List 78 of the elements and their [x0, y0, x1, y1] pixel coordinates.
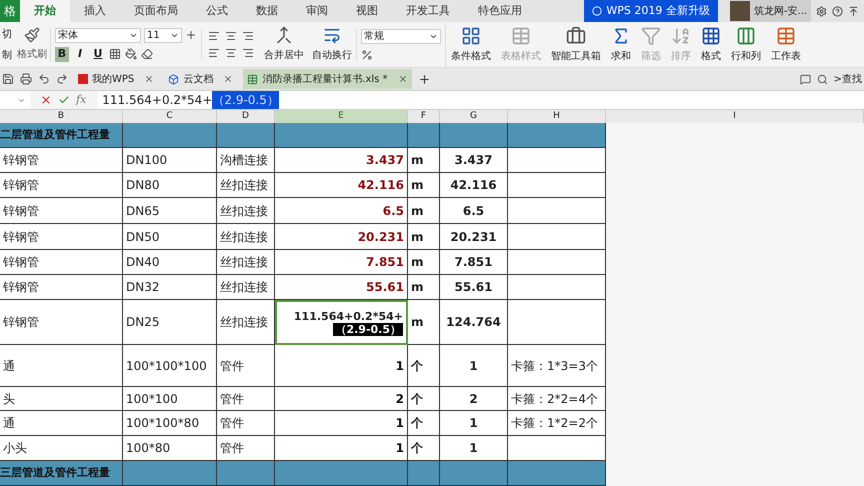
ribbon-tab[interactable]: 开始: [20, 0, 70, 22]
collapse-ribbon-icon[interactable]: [848, 6, 859, 16]
wrap-text-icon: [323, 26, 341, 44]
ribbon-tab[interactable]: 视图: [342, 0, 392, 22]
document-tab[interactable]: 云文档: [164, 69, 238, 89]
number-format-select[interactable]: 常规: [361, 28, 441, 44]
new-tab-icon[interactable]: [418, 72, 431, 86]
align-middle-icon[interactable]: [225, 30, 237, 42]
avatar: [730, 1, 750, 21]
align-left-icon[interactable]: [208, 47, 220, 59]
save-icon[interactable]: [2, 73, 14, 85]
undo-icon[interactable]: [38, 73, 50, 85]
print-icon[interactable]: [20, 73, 32, 85]
ribbon-tab[interactable]: 数据: [242, 0, 292, 22]
section-header-cell: 二层管道及管件工程量: [0, 123, 123, 148]
ribbon-tab[interactable]: 插入: [70, 0, 120, 22]
ribbon-icon: [566, 26, 586, 46]
account-button[interactable]: 筑龙网-安...: [730, 0, 811, 22]
ribbon-button[interactable]: 行和列: [726, 22, 766, 66]
format-toggle-button[interactable]: B: [55, 46, 69, 62]
cancel-icon[interactable]: [40, 94, 52, 106]
confirm-icon[interactable]: [58, 94, 70, 106]
formula-input[interactable]: 111.564+0.2*54+（2.9-0.5）: [98, 91, 864, 109]
app-menu-button[interactable]: 格: [0, 0, 20, 22]
document-tab[interactable]: 我的WPS: [74, 69, 158, 89]
copy-button[interactable]: 制: [2, 48, 12, 62]
spreadsheet-icon: [247, 74, 258, 84]
command-search[interactable]: >查找: [834, 72, 862, 86]
align-center-icon[interactable]: [225, 47, 237, 59]
redo-icon[interactable]: [56, 73, 68, 85]
format-toggle-button[interactable]: U: [91, 46, 105, 62]
ribbon-button[interactable]: 格式: [696, 22, 726, 66]
document-tab[interactable]: 消防录播工程量计算书.xls *: [243, 69, 412, 89]
section-header-cell: 三层管道及管件工程量: [0, 461, 123, 486]
ribbon-tab[interactable]: 开发工具: [392, 0, 464, 22]
ribbon-button[interactable]: 智能工具箱: [546, 22, 606, 66]
ribbon-icon: [736, 26, 756, 46]
merge-cells-icon: [275, 26, 293, 44]
cube-icon: [168, 74, 180, 84]
ribbon-tab[interactable]: 页面布局: [120, 0, 192, 22]
borders-icon[interactable]: [109, 48, 121, 60]
merge-center-button[interactable]: 合并居中: [260, 26, 308, 63]
function-icon[interactable]: fx: [76, 92, 86, 108]
search-icon[interactable]: [816, 74, 828, 84]
align-bottom-icon[interactable]: [242, 30, 254, 42]
cut-button[interactable]: 切: [2, 26, 12, 42]
ribbon-button[interactable]: 条件格式: [446, 22, 496, 66]
ribbon-tab[interactable]: 审阅: [292, 0, 342, 22]
format-toggle-button[interactable]: I: [73, 46, 87, 62]
ribbon-tab[interactable]: 公式: [192, 0, 242, 22]
column-header[interactable]: E: [275, 110, 408, 124]
table-cell: 55.61: [275, 275, 408, 300]
ribbon-button[interactable]: 工作表: [766, 22, 806, 66]
align-right-icon[interactable]: [242, 47, 254, 59]
ribbon-icon: [776, 26, 796, 46]
ribbon-icon: [671, 26, 691, 46]
settings-icon[interactable]: [816, 6, 827, 16]
fill-color-icon[interactable]: [125, 48, 137, 60]
close-icon[interactable]: [144, 74, 154, 84]
ribbon-icon: [701, 26, 721, 46]
wrap-text-button[interactable]: 自动换行: [308, 26, 356, 63]
align-top-icon[interactable]: [208, 30, 220, 42]
close-icon[interactable]: [398, 74, 408, 84]
font-size-select[interactable]: 11: [144, 28, 182, 42]
ribbon-icon: [461, 26, 481, 46]
ribbon-tab[interactable]: 特色应用: [464, 0, 536, 22]
upgrade-banner[interactable]: WPS 2019 全新升级: [584, 0, 718, 22]
ribbon-icon: [641, 26, 661, 46]
font-select[interactable]: 宋体: [55, 28, 141, 42]
comment-icon[interactable]: [800, 74, 811, 84]
format-painter-button[interactable]: 格式刷: [14, 27, 50, 62]
ribbon-icon: [511, 26, 531, 46]
paintbrush-icon: [24, 27, 40, 43]
eraser-icon[interactable]: [141, 48, 153, 60]
close-icon[interactable]: [223, 74, 234, 84]
percent-icon[interactable]: [361, 48, 373, 60]
help-icon[interactable]: [832, 6, 843, 16]
ribbon-button[interactable]: 求和: [606, 22, 636, 66]
